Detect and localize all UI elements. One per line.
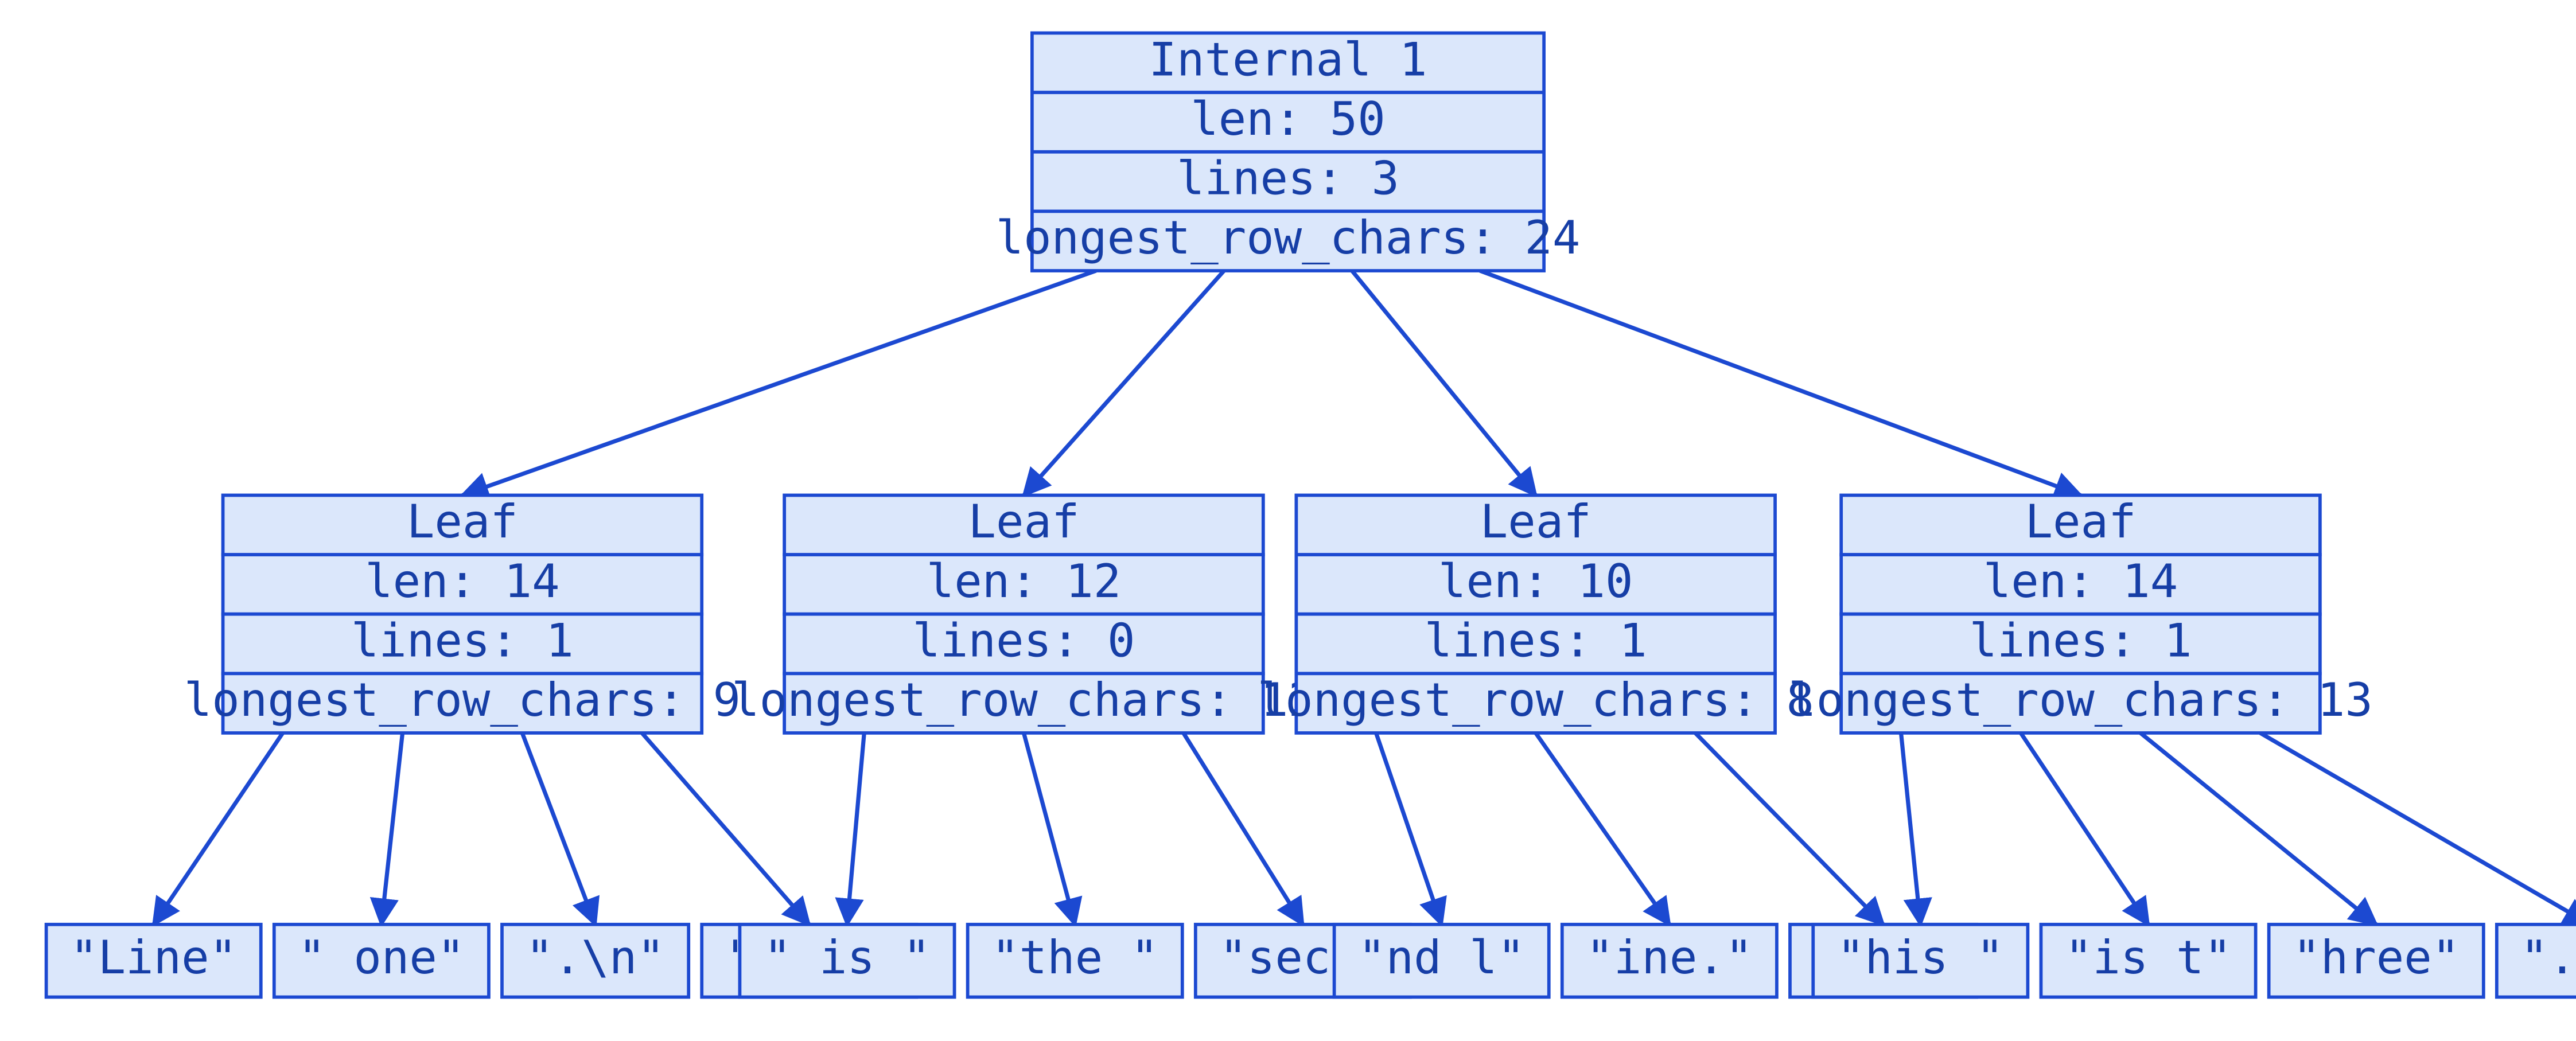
chunk-1-1-label: "the "	[991, 931, 1158, 985]
chunk-0-0: "Line"	[46, 925, 261, 997]
root-node-row-2: lines: 3	[1177, 152, 1399, 206]
edge	[1536, 733, 1670, 925]
chunk-1-0: " is "	[740, 925, 954, 997]
edge	[1901, 733, 1921, 925]
edge	[1024, 271, 1224, 495]
leaf-node-0-row-2: lines: 1	[351, 614, 574, 668]
leaf-node-2-row-3: longest_row_chars: 8	[1258, 673, 1814, 727]
chunk-2-0: "nd l"	[1334, 925, 1549, 997]
leaf-node-0-row-3: longest_row_chars: 9	[184, 673, 741, 727]
leaf-node-2-row-1: len: 10	[1438, 555, 1633, 609]
chunk-0-1: " one"	[274, 925, 489, 997]
root-node-row-1: len: 50	[1190, 92, 1386, 146]
edge	[2141, 733, 2376, 925]
chunk-2-1-label: "ine."	[1586, 931, 1753, 985]
edge	[642, 733, 809, 925]
chunk-1-0-label: " is "	[764, 931, 931, 985]
chunk-3-2: "hree"	[2269, 925, 2484, 997]
chunk-3-0: "his "	[1813, 925, 2028, 997]
edge	[382, 733, 403, 925]
edge	[1695, 733, 1884, 925]
leaf-node-0-row-1: len: 14	[365, 555, 560, 609]
leaf-node-3: Leaf len: 14lines: 1longest_row_chars: 13	[1788, 495, 2373, 733]
leaf-node-2: Leaf len: 10lines: 1longest_row_chars: 8	[1258, 495, 1814, 733]
edge	[462, 271, 1096, 495]
edge	[1184, 733, 1303, 925]
chunk-3-1-label: "is t"	[2065, 931, 2232, 985]
leaf-node-2-row-2: lines: 1	[1425, 614, 1647, 668]
leaf-node-1-row-0: Leaf	[968, 495, 1079, 549]
chunk-2-1: "ine."	[1562, 925, 1777, 997]
chunk-0-2-label: ".\n"	[526, 931, 665, 985]
tree-diagram: Internal 1len: 50lines: 3longest_row_cha…	[0, 0, 2576, 1040]
chunk-0-2: ".\n"	[502, 925, 688, 997]
chunk-3-2-label: "hree"	[2293, 931, 2460, 985]
chunk-3-3-label: ".\n"	[2520, 931, 2576, 985]
edge	[1480, 271, 2081, 495]
leaf-node-1: Leaf len: 12lines: 0longest_row_chars: 12	[731, 495, 1316, 733]
chunk-3-1: "is t"	[2041, 925, 2255, 997]
edge	[1352, 271, 1536, 495]
leaf-node-3-row-0: Leaf	[2025, 495, 2137, 549]
leaf-node-1-row-2: lines: 0	[912, 614, 1135, 668]
chunk-2-0-label: "nd l"	[1358, 931, 1525, 985]
edge	[2021, 733, 2148, 925]
edge	[2260, 733, 2576, 925]
edge	[154, 733, 283, 925]
chunk-3-3: ".\n"	[2497, 925, 2576, 997]
leaf-node-1-row-1: len: 12	[927, 555, 1122, 609]
edge	[847, 733, 865, 925]
edge	[522, 733, 595, 925]
edge	[1024, 733, 1075, 925]
leaf-node-0: Leaf len: 14lines: 1longest_row_chars: 9	[184, 495, 741, 733]
leaf-node-3-row-2: lines: 1	[1969, 614, 2192, 668]
chunk-1-1: "the "	[968, 925, 1182, 997]
root-node-row-0: Internal 1	[1149, 33, 1427, 87]
chunk-0-0-label: "Line"	[70, 931, 237, 985]
leaf-node-0-row-0: Leaf	[407, 495, 518, 549]
chunk-3-0-label: "his "	[1837, 931, 2004, 985]
leaf-node-3-row-3: longest_row_chars: 13	[1788, 673, 2373, 727]
leaf-node-1-row-3: longest_row_chars: 12	[731, 673, 1316, 727]
leaf-node-3-row-1: len: 14	[1983, 555, 2178, 609]
leaf-node-2-row-0: Leaf	[1480, 495, 1591, 549]
edge	[1376, 733, 1442, 925]
root-node: Internal 1len: 50 lines: 3longest_row_cha…	[996, 33, 1581, 271]
root-node-row-3: longest_row_chars: 24	[996, 211, 1581, 265]
chunk-0-1-label: " one"	[298, 931, 465, 985]
